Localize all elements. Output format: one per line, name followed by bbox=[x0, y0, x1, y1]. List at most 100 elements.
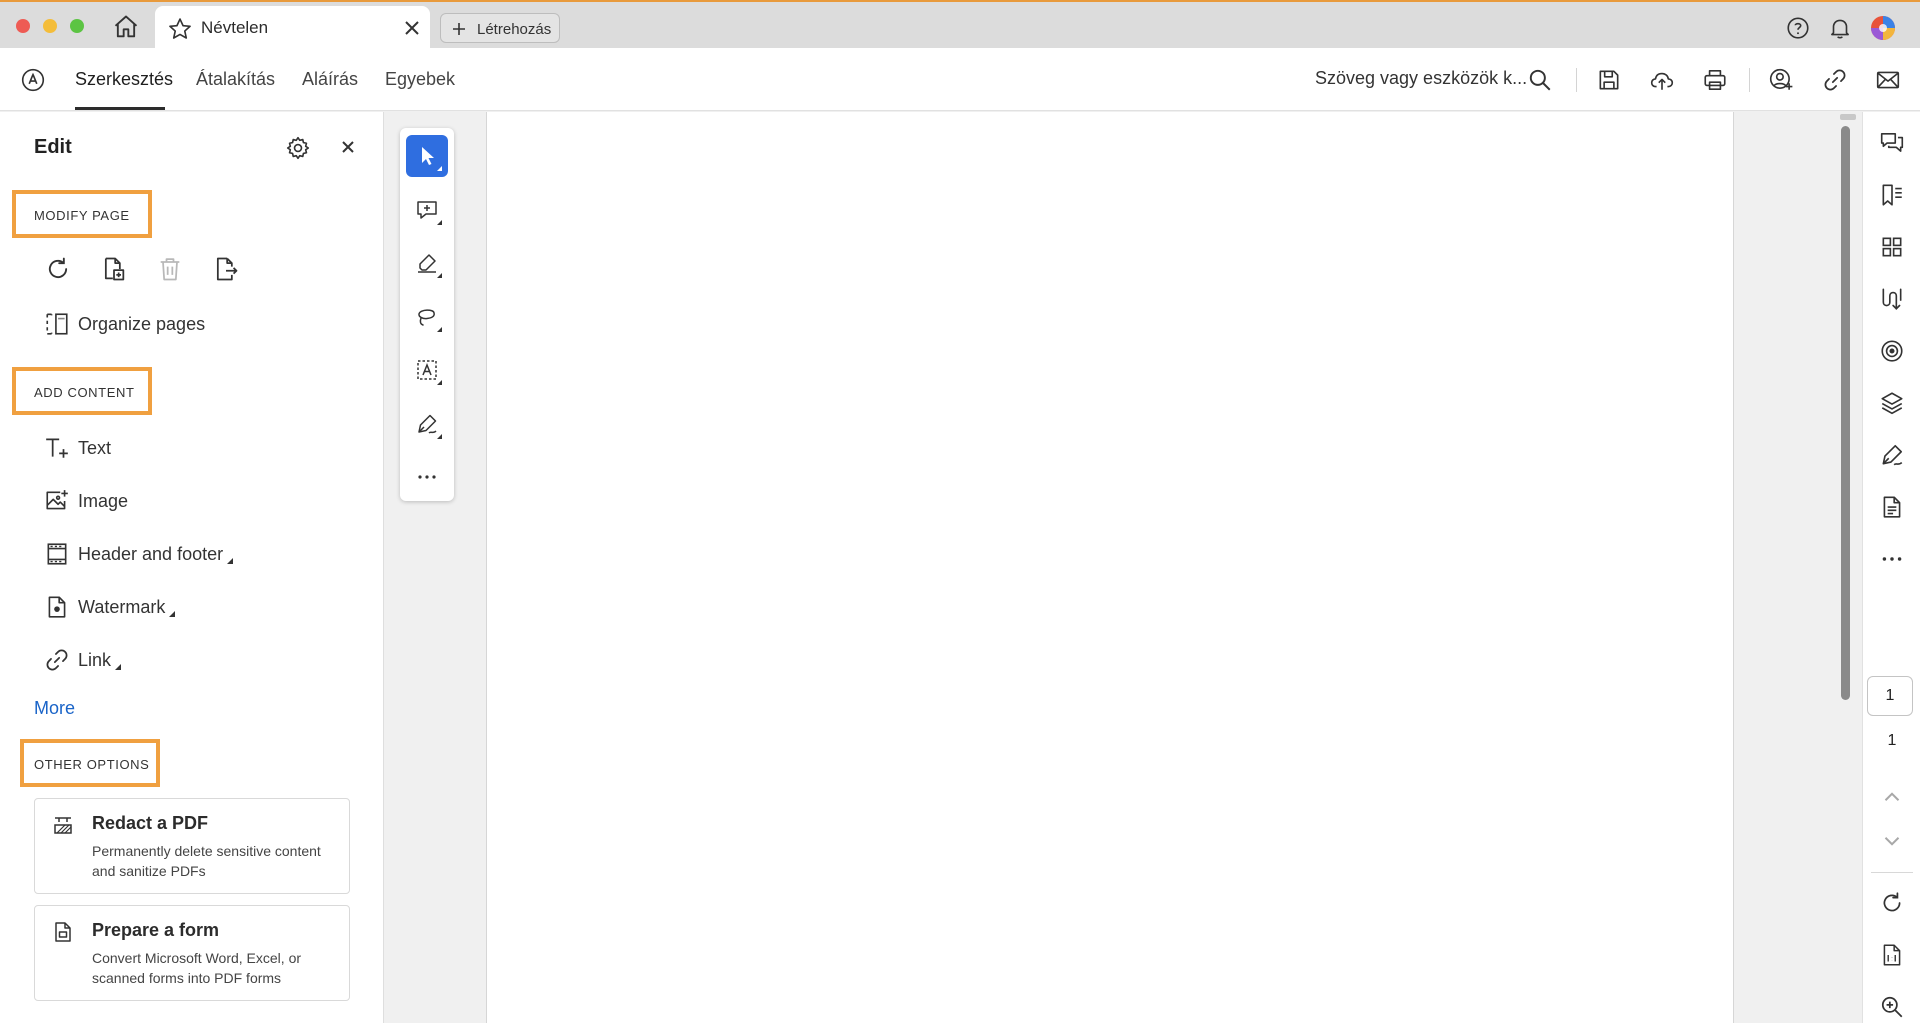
select-tool[interactable] bbox=[406, 135, 448, 177]
text-recognition-icon bbox=[417, 360, 437, 380]
scrollbar-cap bbox=[1840, 114, 1856, 120]
settings-gear-icon[interactable] bbox=[285, 135, 311, 161]
acrobat-logo-icon[interactable] bbox=[20, 67, 46, 93]
submenu-corner-icon bbox=[437, 220, 442, 225]
watermark-icon bbox=[44, 594, 70, 620]
organize-pages-label: Organize pages bbox=[78, 314, 206, 334]
user-avatar[interactable] bbox=[1870, 15, 1896, 41]
draw-freeform-tool[interactable] bbox=[406, 296, 448, 338]
search-input[interactable]: Szöveg vagy eszközök k... bbox=[1315, 68, 1527, 89]
scrollbar-thumb[interactable] bbox=[1841, 126, 1850, 700]
more-link[interactable]: More bbox=[34, 698, 75, 719]
fill-sign-tool[interactable] bbox=[406, 403, 448, 445]
tab-convert[interactable]: Átalakítás bbox=[196, 69, 275, 90]
insert-page-icon[interactable] bbox=[100, 255, 128, 283]
add-comment-icon bbox=[417, 201, 437, 219]
share-add-person-icon[interactable] bbox=[1768, 67, 1794, 93]
bookmarks-icon[interactable] bbox=[1879, 182, 1905, 208]
add-content-heading: ADD CONTENT bbox=[34, 385, 135, 400]
add-text-icon bbox=[44, 435, 70, 461]
extract-page-icon[interactable] bbox=[212, 255, 240, 283]
help-icon[interactable] bbox=[1785, 15, 1811, 41]
comments-icon[interactable] bbox=[1879, 130, 1905, 156]
tab-more[interactable]: Egyebek bbox=[385, 69, 455, 90]
submenu-caret-icon bbox=[169, 611, 176, 617]
menu-bar: Szerkesztés Átalakítás Aláírás Egyebek S… bbox=[0, 48, 1920, 111]
prepare-form-description: Convert Microsoft Word, Excel, or scanne… bbox=[92, 950, 302, 986]
create-button[interactable]: Létrehozás bbox=[440, 13, 560, 43]
tab-edit[interactable]: Szerkesztés bbox=[75, 69, 173, 90]
fill-sign-icon bbox=[418, 414, 437, 434]
add-image-icon bbox=[44, 488, 70, 514]
actual-size-icon[interactable] bbox=[1879, 942, 1905, 968]
title-bar: Névtelen Létrehozás bbox=[0, 0, 1920, 50]
compare-files-icon[interactable] bbox=[1879, 286, 1905, 312]
prepare-form-card[interactable]: Prepare a form Convert Microsoft Word, E… bbox=[34, 905, 350, 1001]
window-close-button[interactable] bbox=[16, 19, 30, 33]
right-rail: 1 1 bbox=[1862, 112, 1920, 1023]
rotate-icon[interactable] bbox=[44, 255, 72, 283]
close-tab-icon[interactable] bbox=[402, 18, 422, 38]
copy-link-icon[interactable] bbox=[1822, 67, 1848, 93]
header-footer-text: Header and footer bbox=[78, 544, 224, 564]
panel-title: Edit bbox=[34, 136, 72, 158]
create-label: Létrehozás bbox=[477, 21, 552, 38]
tab-sign[interactable]: Aláírás bbox=[302, 69, 358, 90]
notifications-bell-icon[interactable] bbox=[1827, 15, 1853, 41]
more-tools[interactable] bbox=[406, 456, 448, 498]
organize-pages-icon bbox=[44, 311, 70, 337]
upload-cloud-icon[interactable] bbox=[1649, 67, 1675, 93]
submenu-corner-icon bbox=[437, 273, 442, 278]
fill-sign-rail-icon[interactable] bbox=[1879, 442, 1905, 468]
redact-icon bbox=[51, 813, 75, 837]
add-image-label: Image bbox=[78, 491, 129, 511]
toolbar-divider bbox=[1749, 68, 1750, 92]
accessibility-target-icon[interactable] bbox=[1879, 338, 1905, 364]
toolbar-divider bbox=[1576, 68, 1577, 92]
link-text: Link bbox=[78, 650, 112, 670]
submenu-corner-icon bbox=[437, 380, 442, 385]
more-tools-icon bbox=[418, 475, 436, 479]
vertical-scrollbar[interactable] bbox=[1838, 112, 1856, 1023]
document-properties-icon[interactable] bbox=[1879, 494, 1905, 520]
document-page[interactable] bbox=[486, 112, 1734, 1023]
more-options-icon[interactable] bbox=[1879, 546, 1905, 572]
link-label: Link bbox=[78, 650, 122, 671]
chevron-up-icon[interactable] bbox=[1879, 784, 1905, 810]
star-icon[interactable] bbox=[167, 16, 193, 42]
chevron-down-icon[interactable] bbox=[1879, 828, 1905, 854]
plus-icon bbox=[451, 21, 467, 37]
close-panel-icon[interactable] bbox=[338, 137, 358, 157]
delete-page-icon[interactable] bbox=[156, 255, 184, 283]
document-tab[interactable]: Névtelen bbox=[155, 6, 430, 50]
submenu-caret-icon bbox=[227, 558, 234, 564]
link-icon bbox=[44, 647, 70, 673]
redact-pdf-description: Permanently delete sensitive content and… bbox=[92, 843, 321, 879]
select-tool-icon bbox=[422, 147, 434, 165]
search-icon[interactable] bbox=[1527, 67, 1553, 93]
thumbnails-grid-icon[interactable] bbox=[1879, 234, 1905, 260]
layers-icon[interactable] bbox=[1879, 390, 1905, 416]
zoom-in-icon[interactable] bbox=[1879, 994, 1905, 1020]
home-icon[interactable] bbox=[112, 13, 140, 41]
rail-divider bbox=[1871, 872, 1913, 873]
add-text-label: Text bbox=[78, 438, 112, 458]
other-options-heading: OTHER OPTIONS bbox=[34, 757, 150, 772]
redact-pdf-card[interactable]: Redact a PDF Permanently delete sensitiv… bbox=[34, 798, 350, 894]
add-comment-tool[interactable] bbox=[406, 189, 448, 231]
edit-panel: Edit MODIFY PAGE Organize pages ADD CONT… bbox=[0, 112, 384, 1023]
print-icon[interactable] bbox=[1702, 67, 1728, 93]
text-recognition-tool[interactable] bbox=[406, 349, 448, 391]
window-minimize-button[interactable] bbox=[43, 19, 57, 33]
highlight-tool[interactable] bbox=[406, 242, 448, 284]
modify-page-heading: MODIFY PAGE bbox=[34, 208, 130, 223]
watermark-text: Watermark bbox=[78, 597, 166, 617]
window-zoom-button[interactable] bbox=[70, 19, 84, 33]
rotate-view-icon[interactable] bbox=[1879, 890, 1905, 916]
email-icon[interactable] bbox=[1875, 67, 1901, 93]
submenu-corner-icon bbox=[437, 166, 442, 171]
current-page-input[interactable]: 1 bbox=[1867, 676, 1913, 716]
total-pages: 1 bbox=[1887, 732, 1897, 749]
submenu-caret-icon bbox=[115, 664, 122, 670]
save-icon[interactable] bbox=[1596, 67, 1622, 93]
